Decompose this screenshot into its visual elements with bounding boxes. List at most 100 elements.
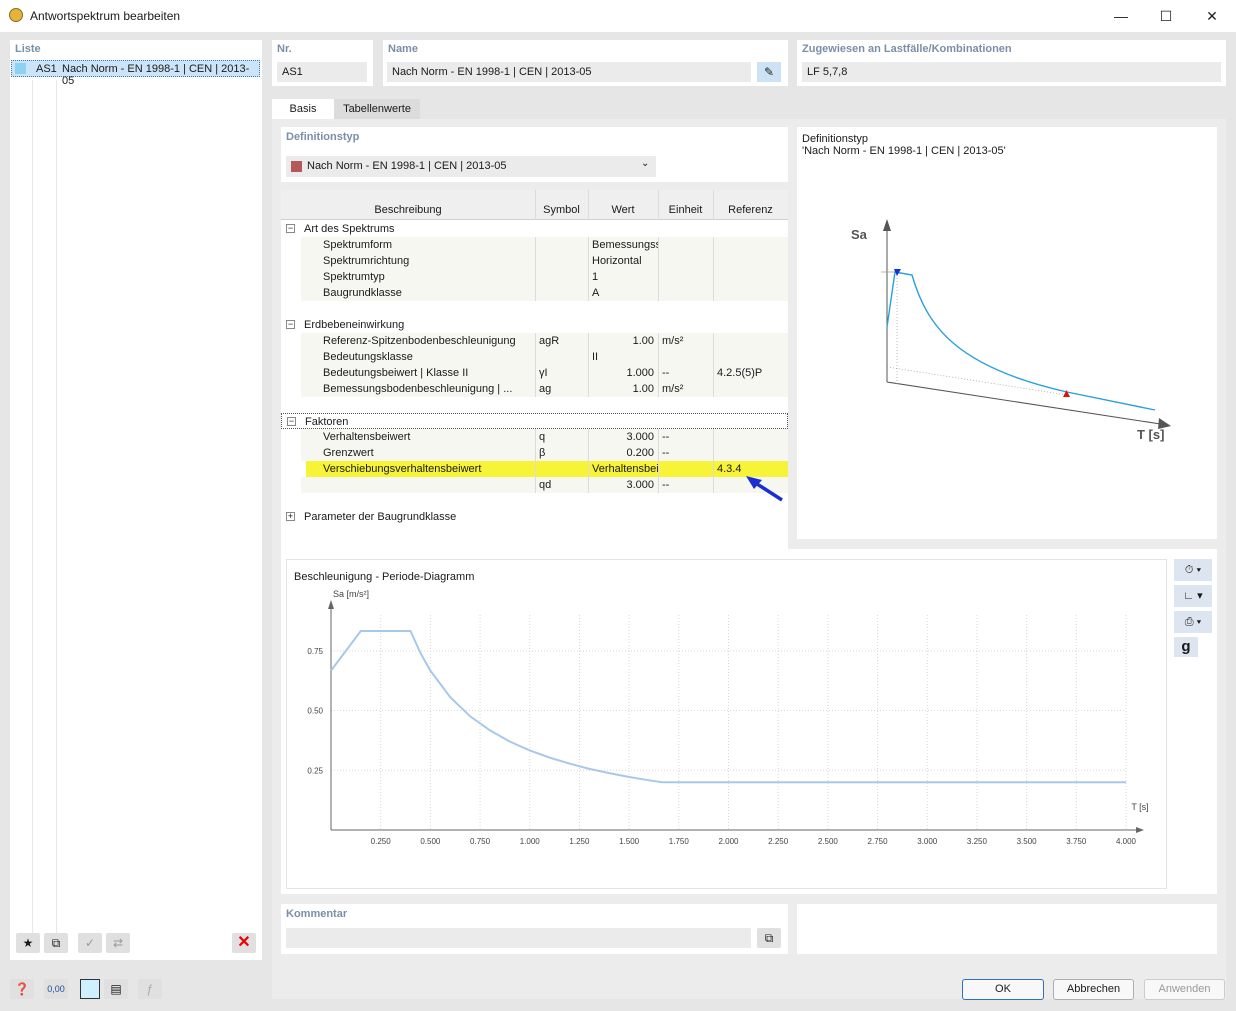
comment-label: Kommentar (286, 908, 348, 920)
table-cell-val[interactable]: 3.000 (592, 429, 658, 445)
deftype-color-swatch (291, 161, 302, 172)
name-field[interactable]: Nach Norm - EN 1998-1 | CEN | 2013-05 (387, 62, 751, 82)
chart-panel: Beschleunigung - Periode-Diagramm 0.250 0… (281, 549, 1217, 894)
table-group-row[interactable]: − Art des Spektrums (281, 221, 788, 237)
preview-x-label: T [s] (1137, 427, 1165, 442)
table-row[interactable]: Bedeutungsbeiwert | Klasse II γI 1.000 -- 4.… (281, 365, 788, 381)
table-cell-val[interactable]: Bemessungsspektrum (592, 237, 658, 253)
col-header-wert: Wert (611, 204, 635, 216)
collapse-icon[interactable]: − (286, 320, 295, 329)
table-cell-unit: m/s² (662, 335, 684, 347)
list-item[interactable]: AS1 Nach Norm - EN 1998-1 | CEN | 2013-0… (11, 60, 260, 87)
table-cell-desc: Baugrundklasse (323, 287, 402, 299)
table-group-title: Parameter der Baugrundklasse (304, 511, 457, 523)
comment-field[interactable] (286, 928, 751, 948)
table-cell-ref: 4.2.5(5)P (717, 367, 763, 379)
table-row[interactable]: Verhaltensbeiwert q 3.000 -- (281, 429, 788, 445)
new-item-icon[interactable]: ★ (16, 933, 40, 953)
animation-icon[interactable]: ⏱ ▾ (1174, 559, 1212, 581)
delete-icon[interactable]: ✕ (232, 933, 256, 953)
assigned-field[interactable]: LF 5,7,8 (802, 62, 1221, 82)
edit-name-icon[interactable]: ✎ (757, 62, 781, 82)
table-row[interactable]: qd 3.000 -- (281, 477, 788, 493)
table-cell-unit: m/s² (662, 383, 684, 395)
table-row[interactable]: Spektrumrichtung Horizontal (281, 253, 788, 269)
table-cell-desc: Grenzwert (323, 447, 374, 459)
preview-title: Definitionstyp (802, 133, 869, 145)
highlight-arrow (746, 476, 783, 502)
check-icon[interactable]: ✓ (78, 933, 102, 953)
table-cell-sym: qd (539, 479, 552, 491)
expand-icon[interactable]: + (286, 512, 295, 521)
minimize-icon[interactable]: — (1106, 6, 1136, 26)
table-cell-val[interactable]: 1.00 (592, 333, 658, 349)
cancel-button[interactable]: Abbrechen (1053, 979, 1134, 1000)
collapse-icon[interactable]: − (286, 224, 295, 233)
table-cell-val[interactable]: Horizontal (592, 253, 658, 269)
table-row[interactable]: Grenzwert β 0.200 -- (281, 445, 788, 461)
x-tick-label: 1.000 (520, 837, 541, 846)
table-cell-desc: Referenz-Spitzenbodenbeschleunigung (323, 335, 516, 347)
color-toggle-icon[interactable] (80, 979, 100, 999)
table-row[interactable]: Referenz-Spitzenbodenbeschleunigung agR 1.… (281, 333, 788, 349)
x-tick-label: 2.500 (818, 837, 839, 846)
deftype-select[interactable]: Nach Norm - EN 1998-1 | CEN | 2013-05 ⌄ (286, 156, 656, 177)
tab-basis[interactable]: Basis (272, 99, 334, 119)
table-cell-unit: -- (662, 447, 670, 459)
assigned-label: Zugewiesen an Lastfälle/Kombinationen (802, 43, 1012, 55)
deftype-panel: Definitionstyp Nach Norm - EN 1998-1 | C… (281, 127, 788, 182)
print-icon[interactable]: ⎙ ▾ (1174, 611, 1212, 633)
table-cell-val[interactable]: A (592, 285, 658, 301)
y-axis-label: Sa [m/s²] (333, 589, 369, 599)
table-row[interactable]: Bedeutungsklasse II (281, 349, 788, 365)
table-cell-val[interactable]: II (592, 349, 658, 365)
table-row[interactable]: Bemessungsbodenbeschleunigung | ... ag 1.0… (281, 381, 788, 397)
close-icon[interactable]: ✕ (1197, 6, 1227, 26)
table-row[interactable]: Baugrundklasse A (281, 285, 788, 301)
renumber-icon[interactable]: ⇄ (106, 933, 130, 953)
table-cell-val[interactable]: 0.200 (592, 445, 658, 461)
axes-settings-icon[interactable]: ∟ ▾ (1174, 585, 1212, 607)
table-row[interactable]: Verschiebungsverhaltensbeiwert Verhaltens… (306, 461, 788, 477)
help-icon[interactable]: ❓ (10, 979, 34, 999)
tab-tabellenwerte[interactable]: Tabellenwerte (334, 99, 420, 119)
display-settings-icon[interactable]: ▤ (104, 979, 128, 999)
ok-button[interactable]: OK (962, 979, 1044, 1000)
collapse-icon[interactable]: − (287, 417, 296, 426)
maximize-icon[interactable]: ☐ (1151, 6, 1181, 26)
y-tick-label: 0.75 (307, 647, 323, 656)
list-panel: Liste AS1 Nach Norm - EN 1998-1 | CEN | … (10, 40, 262, 960)
formula-icon[interactable]: ƒ (138, 979, 162, 999)
table-group-title: Faktoren (305, 416, 349, 428)
preview-subtitle: 'Nach Norm - EN 1998-1 | CEN | 2013-05' (802, 145, 1006, 157)
table-cell-desc: Spektrumrichtung (323, 255, 410, 267)
col-header-einheit: Einheit (668, 204, 703, 216)
table-cell-val[interactable]: 1.000 (592, 365, 658, 381)
x-tick-label: 1.250 (569, 837, 590, 846)
comment-library-icon[interactable]: ⧉ (757, 928, 781, 948)
chevron-down-icon: ⌄ (641, 158, 650, 169)
table-cell-val[interactable]: 1 (592, 269, 658, 285)
x-axis-arrow (1136, 827, 1144, 833)
x-tick-label: 1.750 (669, 837, 690, 846)
table-group-row[interactable]: + Parameter der Baugrundklasse (281, 509, 788, 525)
dialog-body: Liste AS1 Nach Norm - EN 1998-1 | CEN | … (0, 32, 1236, 1011)
table-group-row[interactable]: − Erdbebeneinwirkung (281, 317, 788, 333)
table-row[interactable]: Spektrumform Bemessungsspektrum (281, 237, 788, 253)
table-cell-val[interactable]: Verhaltensbeiwert q (592, 461, 658, 477)
table-body: − Art des Spektrums Spektrumform Bemessungs… (281, 221, 788, 570)
table-cell-sym: q (539, 431, 546, 443)
table-group-row[interactable]: − Faktoren (281, 413, 788, 429)
table-row[interactable]: Spektrumtyp 1 (281, 269, 788, 285)
nr-field[interactable]: AS1 (277, 62, 367, 82)
units-icon[interactable]: 0,00 (44, 979, 68, 999)
apply-button[interactable]: Anwenden (1144, 979, 1225, 1000)
y-tick-label: 0.50 (307, 707, 323, 716)
table-cell-sym: β (539, 447, 546, 459)
table-cell-val[interactable]: 3.000 (592, 477, 658, 493)
list-item-color (15, 63, 26, 74)
table-cell-val[interactable]: 1.00 (592, 381, 658, 397)
gravity-icon[interactable]: g (1174, 637, 1198, 657)
parameter-table: Beschreibung Symbol Wert Einheit Referen… (281, 190, 788, 570)
copy-item-icon[interactable]: ⧉ (44, 933, 68, 953)
